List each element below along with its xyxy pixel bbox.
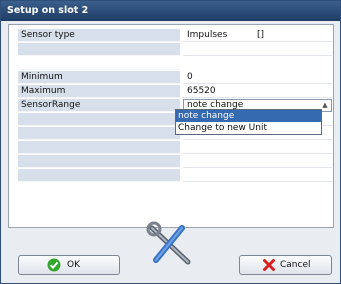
filler-label (18, 155, 180, 168)
wrench-screwdriver-icon (146, 221, 191, 265)
sensor-type-text: Impulses (187, 30, 228, 40)
row-minimum: Minimum 0 (18, 71, 332, 85)
empty-value (183, 43, 332, 56)
dropdown-option[interactable]: Change to new Unit (176, 122, 321, 134)
properties-grid: Sensor type Impulses [] Minimum 0 Maximu… (18, 29, 332, 183)
sensor-type-checkbox[interactable]: [] (257, 29, 264, 42)
row-maximum: Maximum 65520 (18, 85, 332, 99)
red-x-icon (263, 259, 275, 271)
filler-label (18, 113, 180, 126)
minimum-value[interactable]: 0 (183, 71, 332, 84)
sensor-range-label: SensorRange (18, 99, 180, 112)
filler-label (18, 169, 180, 182)
filler-label (18, 127, 180, 140)
maximum-label: Maximum (18, 85, 180, 98)
spacer-value (183, 57, 332, 70)
filler-value (183, 155, 332, 168)
spacer-label (18, 57, 180, 70)
setup-dialog: Setup on slot 2 Sensor type Impulses [] (0, 0, 341, 284)
row-empty (18, 43, 332, 57)
ok-label: OK (67, 260, 80, 270)
row-spacer (18, 57, 332, 71)
row-filler (18, 141, 332, 155)
minimum-label: Minimum (18, 71, 180, 84)
filler-value (183, 169, 332, 182)
cancel-button[interactable]: Cancel (239, 255, 332, 275)
sensor-range-dropdown: note change Change to new Unit (175, 109, 322, 135)
filler-label (18, 141, 180, 154)
maximum-value[interactable]: 65520 (183, 85, 332, 98)
empty-label (18, 43, 180, 56)
row-filler (18, 155, 332, 169)
sensor-type-label: Sensor type (18, 29, 180, 42)
row-filler (18, 169, 332, 183)
green-check-icon (47, 258, 61, 272)
dropdown-option[interactable]: note change (176, 110, 321, 122)
cancel-label: Cancel (280, 260, 311, 270)
row-sensor-type: Sensor type Impulses [] (18, 29, 332, 43)
dialog-title: Setup on slot 2 (1, 1, 340, 21)
filler-value (183, 141, 332, 154)
sensor-type-value[interactable]: Impulses [] (183, 29, 332, 42)
ok-button[interactable]: OK (18, 255, 120, 275)
